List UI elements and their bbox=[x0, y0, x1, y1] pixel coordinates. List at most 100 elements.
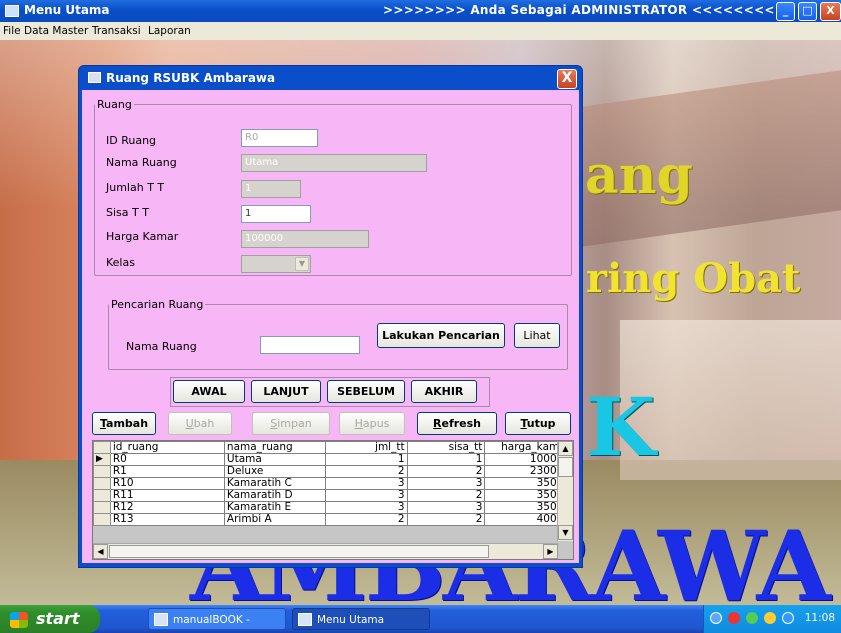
search-button[interactable]: Lakukan Pencarian bbox=[377, 323, 505, 348]
taskbar: start manualBOOK - Micros... Menu Utama … bbox=[0, 605, 841, 633]
main-title-bar: Menu Utama >>>>>>>> Anda Sebagai ADMINIS… bbox=[0, 0, 841, 22]
delete-button[interactable]: Hapus bbox=[339, 412, 405, 435]
minimize-button[interactable]: _ bbox=[776, 2, 795, 21]
tray-security-icon[interactable] bbox=[728, 612, 740, 624]
cell-nama-ruang[interactable]: Utama bbox=[223, 453, 327, 466]
refresh-button[interactable]: Refresh bbox=[417, 412, 497, 435]
cell-jml-tt[interactable]: 3 bbox=[325, 501, 408, 514]
cell-sisa-tt[interactable]: 2 bbox=[406, 465, 486, 478]
table-row[interactable]: R10 Kamaratih C 3 3 35000 bbox=[93, 477, 573, 490]
column-header-nama-ruang[interactable]: nama_ruang bbox=[223, 441, 327, 454]
close-button-label: utup bbox=[526, 417, 556, 430]
scroll-down-arrow-icon[interactable]: ▼ bbox=[558, 525, 573, 540]
menu-transaksi[interactable]: Transaksi bbox=[92, 25, 141, 37]
nama-ruang-input[interactable]: Utama bbox=[241, 154, 427, 172]
view-button[interactable]: Lihat bbox=[514, 323, 560, 348]
cell-jml-tt[interactable]: 1 bbox=[325, 453, 408, 466]
cell-sisa-tt[interactable]: 2 bbox=[406, 489, 486, 502]
row-selector[interactable] bbox=[93, 477, 111, 490]
cell-nama-ruang[interactable]: Kamaratih D bbox=[223, 489, 327, 502]
background-text: ang bbox=[585, 145, 693, 206]
cell-id-ruang[interactable]: R12 bbox=[109, 501, 225, 514]
cell-nama-ruang[interactable]: Kamaratih E bbox=[223, 501, 327, 514]
cell-sisa-tt[interactable]: 2 bbox=[406, 513, 486, 526]
cell-id-ruang[interactable]: R0 bbox=[109, 453, 225, 466]
pencarian-group-legend: Pencarian Ruang bbox=[111, 298, 204, 311]
table-row[interactable]: ▶ R0 Utama 1 1 100000 bbox=[93, 453, 573, 466]
form-icon bbox=[88, 72, 101, 83]
horizontal-scroll-thumb[interactable] bbox=[109, 545, 489, 558]
row-selector[interactable] bbox=[93, 489, 111, 502]
cell-nama-ruang[interactable]: Deluxe bbox=[223, 465, 327, 478]
column-header-id-ruang[interactable]: id_ruang bbox=[109, 441, 225, 454]
jumlah-tt-input[interactable]: 1 bbox=[241, 180, 301, 198]
save-button[interactable]: Simpan bbox=[252, 412, 330, 435]
tray-arrow-icon[interactable] bbox=[710, 612, 722, 624]
next-button[interactable]: LANJUT bbox=[251, 380, 321, 403]
table-row[interactable]: R1 Deluxe 2 2 230000 bbox=[93, 465, 573, 478]
taskbar-item-menu-utama[interactable]: Menu Utama bbox=[292, 608, 430, 630]
delete-button-label: apus bbox=[362, 417, 390, 430]
tray-info-icon[interactable] bbox=[764, 612, 776, 624]
cell-sisa-tt[interactable]: 3 bbox=[406, 477, 486, 490]
close-main-button[interactable]: X bbox=[820, 2, 841, 21]
row-selector[interactable] bbox=[93, 465, 111, 478]
maximize-button[interactable]: □ bbox=[798, 2, 817, 21]
app-window-icon bbox=[298, 613, 312, 626]
table-row[interactable]: R13 Arimbi A 2 2 40000 bbox=[93, 513, 573, 526]
cell-id-ruang[interactable]: R13 bbox=[109, 513, 225, 526]
cell-id-ruang[interactable]: R10 bbox=[109, 477, 225, 490]
cell-sisa-tt[interactable]: 3 bbox=[406, 501, 486, 514]
vertical-scrollbar[interactable]: ▲ ▼ bbox=[557, 441, 573, 541]
cell-jml-tt[interactable]: 2 bbox=[325, 465, 408, 478]
cell-nama-ruang[interactable]: Kamaratih C bbox=[223, 477, 327, 490]
harga-kamar-label: Harga Kamar bbox=[106, 230, 179, 243]
scroll-up-arrow-icon[interactable]: ▲ bbox=[558, 441, 573, 456]
menu-laporan[interactable]: Laporan bbox=[148, 25, 191, 37]
menu-file[interactable]: File bbox=[3, 25, 21, 37]
word-document-icon bbox=[154, 613, 168, 626]
table-row[interactable]: R11 Kamaratih D 3 2 35000 bbox=[93, 489, 573, 502]
app-icon bbox=[5, 5, 19, 17]
dialog-body: Ruang ID Ruang R0 Nama Ruang Utama Jumla… bbox=[82, 90, 579, 563]
ruang-group-legend: Ruang bbox=[97, 98, 132, 111]
last-button[interactable]: AKHIR bbox=[411, 380, 477, 403]
cell-jml-tt[interactable]: 3 bbox=[325, 489, 408, 502]
tray-network-icon[interactable] bbox=[746, 612, 758, 624]
column-header-jml-tt[interactable]: jml_tt bbox=[325, 441, 408, 454]
add-button[interactable]: Tambah bbox=[92, 412, 156, 435]
horizontal-scrollbar[interactable]: ◀ ▶ bbox=[93, 543, 558, 559]
sisa-tt-input[interactable]: 1 bbox=[241, 205, 311, 223]
ruang-dialog: Ruang RSUBK Ambarawa X Ruang ID Ruang R0… bbox=[78, 65, 583, 568]
column-header-sisa-tt[interactable]: sisa_tt bbox=[406, 441, 486, 454]
cell-nama-ruang[interactable]: Arimbi A bbox=[223, 513, 327, 526]
dialog-close-button[interactable]: X bbox=[557, 69, 577, 89]
taskbar-item-manualbook[interactable]: manualBOOK - Micros... bbox=[148, 608, 286, 630]
cell-jml-tt[interactable]: 2 bbox=[325, 513, 408, 526]
edit-button[interactable]: Ubah bbox=[168, 412, 232, 435]
scroll-right-arrow-icon[interactable]: ▶ bbox=[543, 544, 558, 559]
cell-id-ruang[interactable]: R11 bbox=[109, 489, 225, 502]
id-ruang-input[interactable]: R0 bbox=[241, 129, 318, 147]
cell-sisa-tt[interactable]: 1 bbox=[406, 453, 486, 466]
kelas-select[interactable]: ▼ bbox=[241, 255, 311, 273]
vertical-scroll-thumb[interactable] bbox=[558, 457, 573, 477]
cell-jml-tt[interactable]: 3 bbox=[325, 477, 408, 490]
first-button[interactable]: AWAL bbox=[173, 380, 245, 403]
start-button[interactable]: start bbox=[0, 605, 100, 633]
search-input[interactable] bbox=[260, 336, 360, 354]
chevron-down-icon[interactable]: ▼ bbox=[295, 257, 309, 271]
dialog-title-bar: Ruang RSUBK Ambarawa X bbox=[82, 66, 579, 90]
tray-volume-icon[interactable] bbox=[782, 612, 794, 624]
cell-id-ruang[interactable]: R1 bbox=[109, 465, 225, 478]
harga-kamar-input[interactable]: 100000 bbox=[241, 230, 369, 248]
scroll-left-arrow-icon[interactable]: ◀ bbox=[93, 544, 108, 559]
close-button[interactable]: Tutup bbox=[505, 412, 571, 435]
previous-button[interactable]: SEBELUM bbox=[327, 380, 405, 403]
table-row[interactable]: R12 Kamaratih E 3 3 35000 bbox=[93, 501, 573, 514]
ruang-data-grid[interactable]: id_ruang nama_ruang jml_tt sisa_tt harga… bbox=[92, 440, 574, 560]
menu-data-master[interactable]: Data Master bbox=[24, 25, 88, 37]
add-button-label: ambah bbox=[106, 417, 149, 430]
row-selector[interactable] bbox=[93, 513, 111, 526]
row-selector[interactable] bbox=[93, 501, 111, 514]
